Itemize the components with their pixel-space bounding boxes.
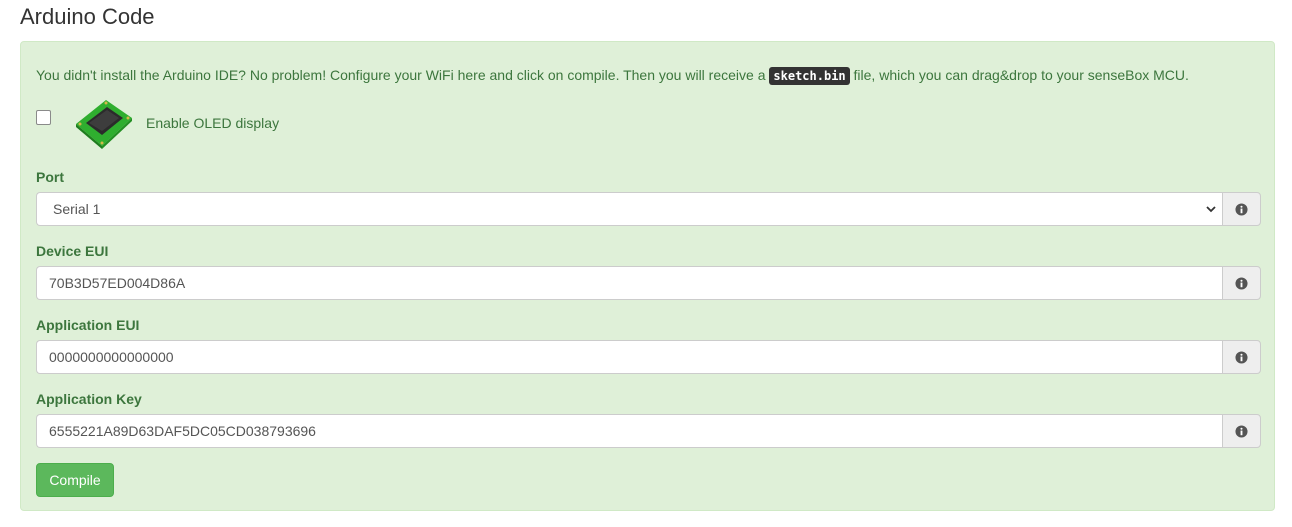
device-eui-label: Device EUI bbox=[36, 243, 109, 259]
app-eui-label: Application EUI bbox=[36, 317, 140, 333]
oled-display-image bbox=[76, 100, 132, 149]
intro-text-before: You didn't install the Arduino IDE? No p… bbox=[36, 67, 766, 83]
port-group: Serial 1 bbox=[36, 192, 1261, 226]
oled-option: Enable OLED display bbox=[36, 98, 436, 150]
port-label: Port bbox=[36, 169, 64, 185]
app-key-label: Application Key bbox=[36, 391, 142, 407]
port-select[interactable]: Serial 1 bbox=[36, 192, 1222, 226]
app-eui-input[interactable]: 0000000000000000 bbox=[36, 340, 1222, 374]
device-eui-input[interactable]: 70B3D57ED004D86A bbox=[36, 266, 1222, 300]
info-icon bbox=[1235, 350, 1248, 364]
info-icon bbox=[1235, 276, 1248, 290]
intro-text-after: file, which you can drag&drop to your se… bbox=[853, 67, 1189, 83]
intro-text: You didn't install the Arduino IDE? No p… bbox=[36, 65, 1189, 86]
oled-label: Enable OLED display bbox=[146, 115, 280, 131]
compile-button[interactable]: Compile bbox=[36, 463, 114, 497]
port-select-value: Serial 1 bbox=[53, 201, 101, 217]
info-icon bbox=[1235, 202, 1248, 216]
app-eui-group: 0000000000000000 bbox=[36, 340, 1261, 374]
app-key-group: 6555221A89D63DAF5DC05CD038793696 bbox=[36, 414, 1261, 448]
device-eui-info-button[interactable] bbox=[1222, 266, 1261, 300]
app-key-input[interactable]: 6555221A89D63DAF5DC05CD038793696 bbox=[36, 414, 1222, 448]
config-panel: You didn't install the Arduino IDE? No p… bbox=[20, 41, 1275, 511]
info-icon bbox=[1235, 424, 1248, 438]
filename-code: sketch.bin bbox=[769, 67, 850, 85]
app-key-info-button[interactable] bbox=[1222, 414, 1261, 448]
page-title: Arduino Code bbox=[20, 4, 155, 29]
page: Arduino Code You didn't install the Ardu… bbox=[0, 0, 1292, 527]
chevron-down-icon bbox=[1206, 206, 1216, 213]
port-info-button[interactable] bbox=[1222, 192, 1261, 226]
oled-checkbox[interactable] bbox=[36, 110, 51, 125]
app-eui-info-button[interactable] bbox=[1222, 340, 1261, 374]
device-eui-group: 70B3D57ED004D86A bbox=[36, 266, 1261, 300]
